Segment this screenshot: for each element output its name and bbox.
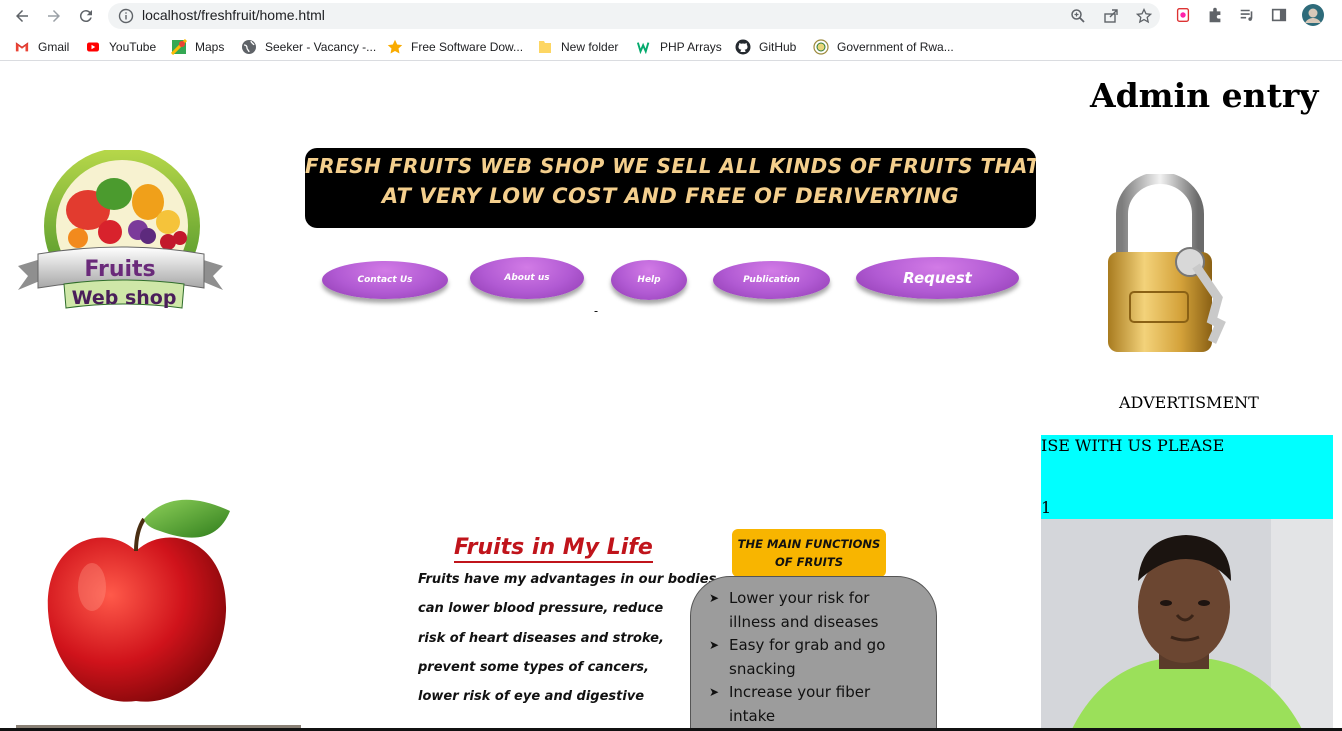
arrow-bullet-icon: ➤ (709, 591, 720, 605)
nav-separator: - (594, 304, 599, 318)
arrow-bullet-icon: ➤ (709, 638, 720, 652)
forward-button[interactable] (42, 4, 66, 28)
marquee-text: ISE WITH US PLEASE (1041, 436, 1225, 455)
reload-button[interactable] (74, 4, 98, 28)
w3-icon (636, 39, 652, 55)
function-item: ➤ Increase your fiber intake (709, 681, 926, 728)
function-text: Easy for grab and go (729, 636, 886, 654)
bookmark-label: PHP Arrays (660, 40, 722, 54)
bookmark-label: Maps (195, 40, 225, 54)
red-apple-image (47, 499, 230, 702)
advertiser-photo (1041, 519, 1333, 731)
fruits-in-my-life-heading: Fruits in My Life (454, 535, 653, 563)
main-functions-list: ➤ Lower your risk for illness and diseas… (690, 576, 937, 731)
bookmark-label: Gmail (38, 40, 70, 54)
logo-text-fruits: Fruits (84, 257, 155, 282)
bookmark-gmail[interactable]: Gmail (14, 38, 69, 56)
share-icon[interactable] (1103, 8, 1119, 24)
url-text: localhost/freshfruit/home.html (142, 7, 325, 23)
bookmark-youtube[interactable]: YouTube (85, 38, 156, 56)
logo-text-web-shop: Web shop (72, 287, 177, 309)
function-item: ➤ Lower your risk for illness and diseas… (709, 587, 926, 634)
info-icon[interactable] (118, 8, 134, 24)
help-button[interactable]: Help (611, 260, 687, 300)
paragraph-line: Fruits have my advantages in our bodies (418, 572, 717, 587)
bookmark-seeker[interactable]: Seeker - Vacancy -... (241, 38, 376, 56)
bookmark-government-rwanda[interactable]: Government of Rwa... (813, 38, 954, 56)
paragraph-line: can lower blood pressure, reduce (418, 601, 664, 617)
youtube-icon (85, 39, 101, 55)
globe-icon (241, 39, 257, 55)
main-functions-heading: THE MAIN FUNCTIONS OF FRUITS (732, 529, 886, 577)
bookmark-star-icon[interactable] (1136, 8, 1152, 24)
paragraph-line: prevent some types of cancers, (418, 659, 649, 675)
arrow-bullet-icon: ➤ (709, 685, 720, 699)
paragraph-line: lower risk of eye and digestive (418, 689, 645, 705)
advertisement-marquee: ISE WITH US PLEASE 1 (1041, 435, 1333, 519)
heading-line: OF FRUITS (774, 555, 844, 569)
extension-app-icon[interactable] (1173, 5, 1193, 25)
star-icon (387, 39, 403, 55)
function-text: intake (729, 706, 776, 725)
function-text: illness and diseases (729, 612, 879, 631)
banner-line-1: FRESH FRUITS WEB SHOP WE SELL ALL KINDS … (305, 154, 1036, 178)
bookmark-free-software[interactable]: Free Software Dow... (387, 38, 523, 56)
address-bar[interactable]: localhost/freshfruit/home.html (108, 3, 1160, 29)
about-us-button[interactable]: About us (470, 257, 584, 299)
heading-line: THE MAIN FUNCTIONS (737, 537, 881, 551)
marquee-counter: 1 (1041, 498, 1052, 517)
advertisement-label: ADVERTISMENT (1119, 393, 1259, 412)
shop-banner: FRESH FRUITS WEB SHOP WE SELL ALL KINDS … (305, 148, 1036, 228)
contact-us-button[interactable]: Contact Us (322, 261, 448, 299)
gmail-icon (14, 39, 30, 55)
github-icon (735, 39, 751, 55)
bookmark-label: GitHub (759, 40, 797, 54)
bookmark-maps[interactable]: Maps (171, 38, 224, 56)
padlock-icon[interactable] (1100, 174, 1230, 359)
forward-arrow-icon (48, 10, 60, 22)
side-panel-icon[interactable] (1269, 5, 1289, 25)
bookmarks-bar: Gmail YouTube Maps Seeker - Vacancy -...… (0, 33, 1342, 61)
back-arrow-icon (16, 10, 28, 22)
bookmark-label: Free Software Dow... (411, 40, 524, 54)
function-text: Lower your risk for (729, 589, 870, 607)
zoom-icon[interactable] (1070, 8, 1086, 24)
reload-icon (79, 10, 92, 23)
browser-toolbar: localhost/freshfruit/home.html (0, 0, 1342, 31)
fruits-web-shop-logo: Fruits Web shop (18, 150, 223, 309)
paragraph-line: risk of heart diseases and stroke, (418, 630, 664, 646)
profile-avatar[interactable] (1301, 3, 1325, 27)
fruits-paragraph: Fruits have my advantages in our bodies … (418, 572, 717, 718)
page-content: Admin entry Fruits Web shop FRESH FRUITS… (0, 66, 1342, 731)
function-item: ➤ Easy for grab and go snacking (709, 634, 926, 681)
seal-icon (813, 39, 829, 55)
bookmark-label: Government of Rwa... (837, 40, 954, 54)
bookmark-new-folder[interactable]: New folder (537, 38, 618, 56)
media-queue-icon[interactable] (1237, 5, 1257, 25)
bookmark-php-arrays[interactable]: PHP Arrays (636, 38, 722, 56)
admin-entry-heading[interactable]: Admin entry (1090, 76, 1318, 115)
back-button[interactable] (10, 4, 34, 28)
function-text: Increase your fiber (729, 683, 871, 701)
folder-icon (537, 39, 553, 55)
maps-icon (171, 39, 187, 55)
bookmark-label: Seeker - Vacancy -... (265, 40, 377, 54)
request-button[interactable]: Request (856, 257, 1019, 299)
bookmark-label: YouTube (109, 40, 157, 54)
bookmark-label: New folder (561, 40, 619, 54)
extensions-puzzle-icon[interactable] (1205, 5, 1225, 25)
bookmark-github[interactable]: GitHub (735, 38, 796, 56)
banner-line-2: AT VERY LOW COST AND FREE OF DERIVERYING (381, 184, 960, 208)
publication-button[interactable]: Publication (713, 261, 830, 299)
function-text: snacking (729, 659, 796, 678)
